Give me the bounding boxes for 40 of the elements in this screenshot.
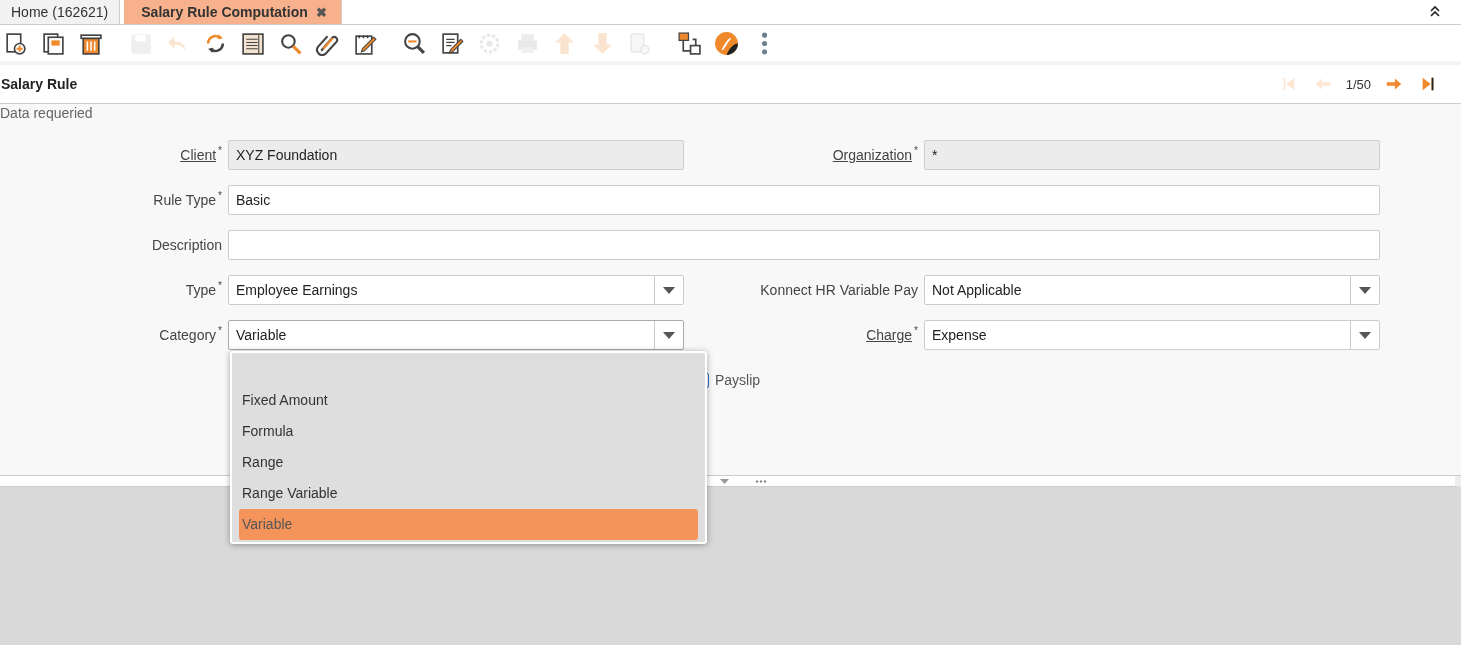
field-label: Category$^{*}$ (159, 327, 222, 343)
grid-view-icon[interactable] (240, 30, 265, 56)
caret-icon[interactable] (1359, 331, 1371, 339)
close-tab-button[interactable]: ✖ (315, 4, 327, 20)
field-label: Type$^{*}$ (185, 282, 222, 298)
collapse-icon[interactable] (1429, 5, 1441, 17)
caret-icon[interactable] (663, 331, 675, 339)
field-label: Description (151, 237, 222, 253)
field-label[interactable]: Organization$^{*}$ (832, 147, 918, 163)
field-label[interactable]: Charge$^{*}$ (866, 327, 918, 343)
dropdown-field[interactable]: Not Applicable (924, 275, 1380, 305)
dropdown-option[interactable]: Formula (239, 416, 698, 447)
record-position: 1/50 (1345, 76, 1371, 92)
field-label: Konnect HR Variable Pay (760, 282, 918, 298)
input-field[interactable]: Basic (228, 185, 1380, 215)
tab[interactable]: Salary Rule Computation ✖ (124, 0, 342, 24)
zoom-icon[interactable] (402, 30, 427, 56)
caret-icon[interactable] (1359, 286, 1371, 294)
dropdown-field[interactable]: Expense (924, 320, 1380, 350)
dropdown-option[interactable]: Range Variable (239, 478, 698, 509)
field-label[interactable]: Client$^{*}$ (180, 147, 222, 163)
logo-icon[interactable] (714, 30, 739, 56)
tab[interactable]: Home (162621) (0, 0, 121, 24)
dropdown-option[interactable]: Fixed Amount (239, 385, 698, 416)
splitter-handle-icon[interactable] (720, 478, 729, 484)
copy-icon[interactable] (40, 30, 66, 56)
input-field[interactable] (228, 230, 1380, 260)
workflow-icon[interactable] (676, 30, 702, 56)
record-title: Salary Rule (1, 76, 79, 92)
dropdown-field[interactable]: Employee Earnings (228, 275, 684, 305)
new-record-icon[interactable] (3, 30, 28, 56)
edit-document-icon[interactable] (439, 30, 465, 56)
checkbox-label: Payslip (715, 372, 761, 388)
splitter-grip-icon[interactable] (755, 479, 767, 483)
input-field[interactable]: XYZ Foundation (228, 140, 684, 170)
field-label: Rule Type$^{*}$ (153, 192, 222, 208)
caret-icon[interactable] (663, 286, 675, 294)
input-field[interactable]: * (924, 140, 1380, 170)
status-message: Data requeried (0, 104, 1461, 124)
dropdown-option[interactable]: Range (239, 447, 698, 478)
